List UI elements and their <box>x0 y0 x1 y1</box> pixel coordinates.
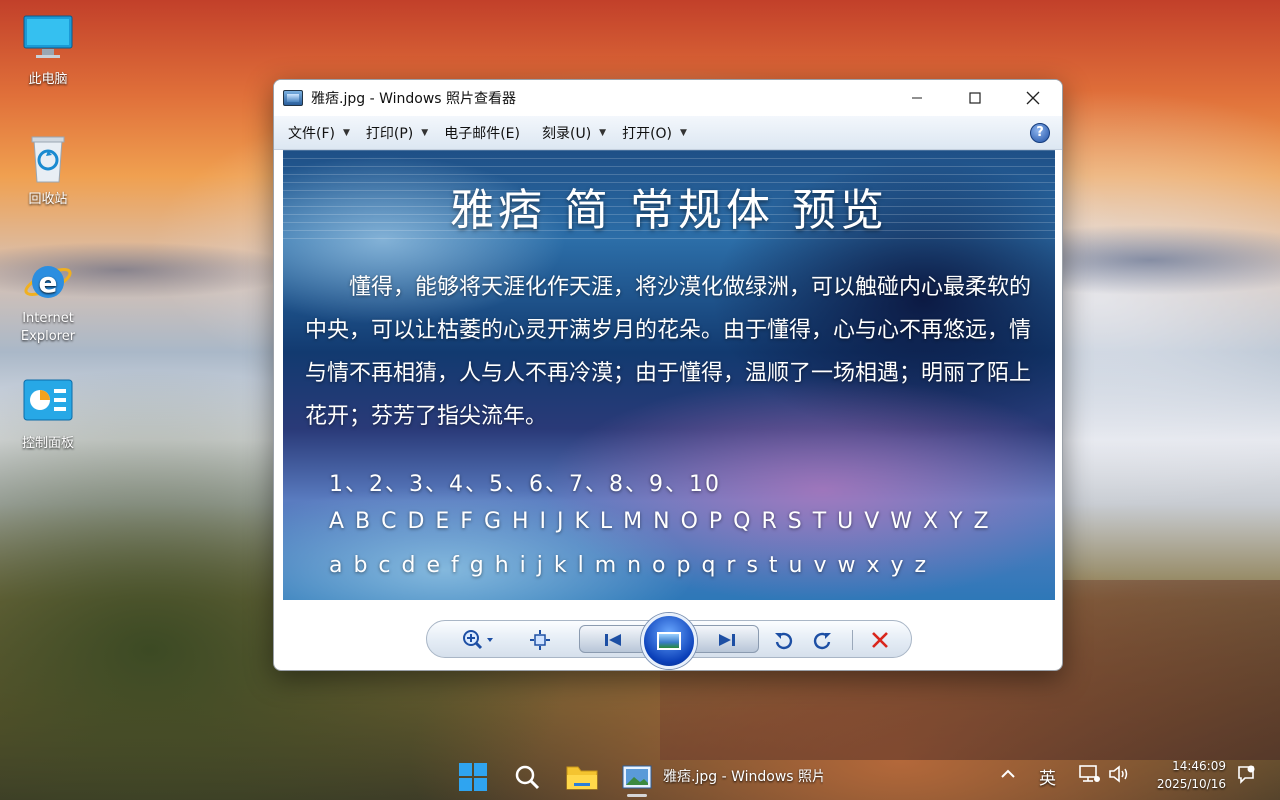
desktop-icon-label: 回收站 <box>28 192 68 207</box>
maximize-button[interactable] <box>946 80 1004 116</box>
clock-date: 2025/10/16 <box>1156 777 1226 791</box>
taskbar: 雅痞.jpg - Windows 照片查看器 英 14:46:09 2025/1… <box>0 752 1280 800</box>
taskbar-photo-viewer-button[interactable] <box>620 760 654 794</box>
image-digits-line: 1、2、3、4、5、6、7、8、9、10 <box>329 472 721 497</box>
chevron-up-icon <box>1001 769 1015 778</box>
window-title: 雅痞.jpg - Windows 照片查看器 <box>311 91 517 107</box>
menu-bar: 文件(F) ▼ 打印(P) ▼ 电子邮件(E) 刻录(U) ▼ 打开(O) ▼ ? <box>274 116 1062 150</box>
desktop-icon-recycle-bin[interactable]: 回收站 <box>8 132 88 207</box>
photo-viewer-icon <box>283 90 303 106</box>
search-icon <box>515 765 540 790</box>
displayed-image: 雅痞 简 常规体 预览 懂得，能够将天涯化作天涯，将沙漠化做绿洲，可以触碰内心最… <box>283 150 1055 600</box>
menu-print[interactable]: 打印(P) ▼ <box>358 116 436 149</box>
zoom-icon <box>463 630 493 650</box>
folder-icon <box>566 766 598 790</box>
volume-button[interactable] <box>1108 764 1130 788</box>
slideshow-icon <box>657 632 681 650</box>
clock-time: 14:46:09 <box>1172 759 1226 773</box>
active-app-indicator <box>627 794 647 797</box>
menu-file[interactable]: 文件(F) ▼ <box>280 116 358 149</box>
delete-button[interactable] <box>863 627 897 653</box>
desktop-icon-internet-explorer[interactable]: e Internet Explorer <box>8 254 88 346</box>
control-panel-icon <box>22 376 74 428</box>
image-uppercase-line: A B C D E F G H I J K L M N O P Q R S T … <box>329 509 991 534</box>
title-bar[interactable]: 雅痞.jpg - Windows 照片查看器 <box>274 80 1062 116</box>
slideshow-button[interactable] <box>641 613 697 669</box>
rotate-left-button[interactable] <box>769 627 797 653</box>
desktop-icon-label: 此电脑 <box>28 72 68 87</box>
ime-indicator[interactable]: 英 <box>1039 764 1056 789</box>
start-button[interactable] <box>456 760 490 794</box>
dropdown-arrow-icon: ▼ <box>680 127 687 138</box>
menu-email[interactable]: 电子邮件(E) <box>436 116 528 149</box>
help-icon[interactable]: ? <box>1030 122 1050 143</box>
rotate-right-icon <box>813 632 831 650</box>
desktop-icon-label: 控制面板 <box>21 436 74 451</box>
svg-text:e: e <box>39 266 58 299</box>
maximize-icon <box>969 92 981 104</box>
rotate-right-button[interactable] <box>809 627 837 653</box>
desktop-icon-label: Internet Explorer <box>20 311 76 344</box>
image-heading: 雅痞 简 常规体 预览 <box>450 185 888 236</box>
taskbar-app-label[interactable]: 雅痞.jpg - Windows 照片查看器 <box>663 766 823 786</box>
network-button[interactable] <box>1078 764 1100 788</box>
next-icon <box>719 634 735 646</box>
photo-viewer-window: 雅痞.jpg - Windows 照片查看器 文件(F) ▼ 打印(P) ▼ 电子邮… <box>273 79 1063 671</box>
recycle-bin-icon <box>22 132 74 184</box>
delete-icon <box>872 632 888 648</box>
fit-window-button[interactable] <box>529 627 551 653</box>
toolbar-separator <box>852 630 853 650</box>
image-viewport[interactable]: 雅痞 简 常规体 预览 懂得，能够将天涯化作天涯，将沙漠化做绿洲，可以触碰内心最… <box>274 150 1062 602</box>
next-button[interactable] <box>707 627 747 653</box>
computer-icon <box>22 12 74 64</box>
rotate-left-icon <box>775 632 793 650</box>
file-explorer-button[interactable] <box>565 760 599 794</box>
menu-burn[interactable]: 刻录(U) ▼ <box>534 116 614 149</box>
minimize-button[interactable] <box>888 80 946 116</box>
desktop-icon-this-pc[interactable]: 此电脑 <box>8 12 88 87</box>
network-icon <box>1079 765 1100 782</box>
minimize-icon <box>912 97 922 99</box>
internet-explorer-icon: e <box>22 254 74 306</box>
dropdown-arrow-icon: ▼ <box>421 127 429 138</box>
viewer-toolbar <box>426 613 912 669</box>
image-lowercase-line: a b c d e f g h i j k l m n o p q r s t … <box>329 553 929 578</box>
previous-button[interactable] <box>593 627 633 653</box>
dropdown-arrow-icon: ▼ <box>342 127 350 138</box>
speaker-icon <box>1109 765 1128 783</box>
desktop-icon-control-panel[interactable]: 控制面板 <box>8 376 88 451</box>
fit-window-icon <box>530 630 550 650</box>
image-paragraph: 懂得，能够将天涯化作天涯，将沙漠化做绿洲，可以触碰内心最柔软的中央，可以让枯萎的… <box>305 275 1032 429</box>
photo-viewer-icon <box>622 765 652 789</box>
tray-overflow-button[interactable] <box>1000 766 1016 785</box>
notification-button[interactable] <box>1236 764 1256 788</box>
menu-open[interactable]: 打开(O) ▼ <box>614 116 695 149</box>
zoom-button[interactable] <box>457 627 501 653</box>
search-button[interactable] <box>510 760 544 794</box>
notification-icon <box>1238 765 1255 784</box>
close-button[interactable] <box>1004 80 1062 116</box>
close-icon <box>1026 91 1040 105</box>
windows-logo-icon <box>459 763 487 791</box>
previous-icon <box>605 634 621 646</box>
clock[interactable]: 14:46:09 2025/10/16 <box>1157 757 1226 793</box>
dropdown-arrow-icon: ▼ <box>599 127 607 138</box>
